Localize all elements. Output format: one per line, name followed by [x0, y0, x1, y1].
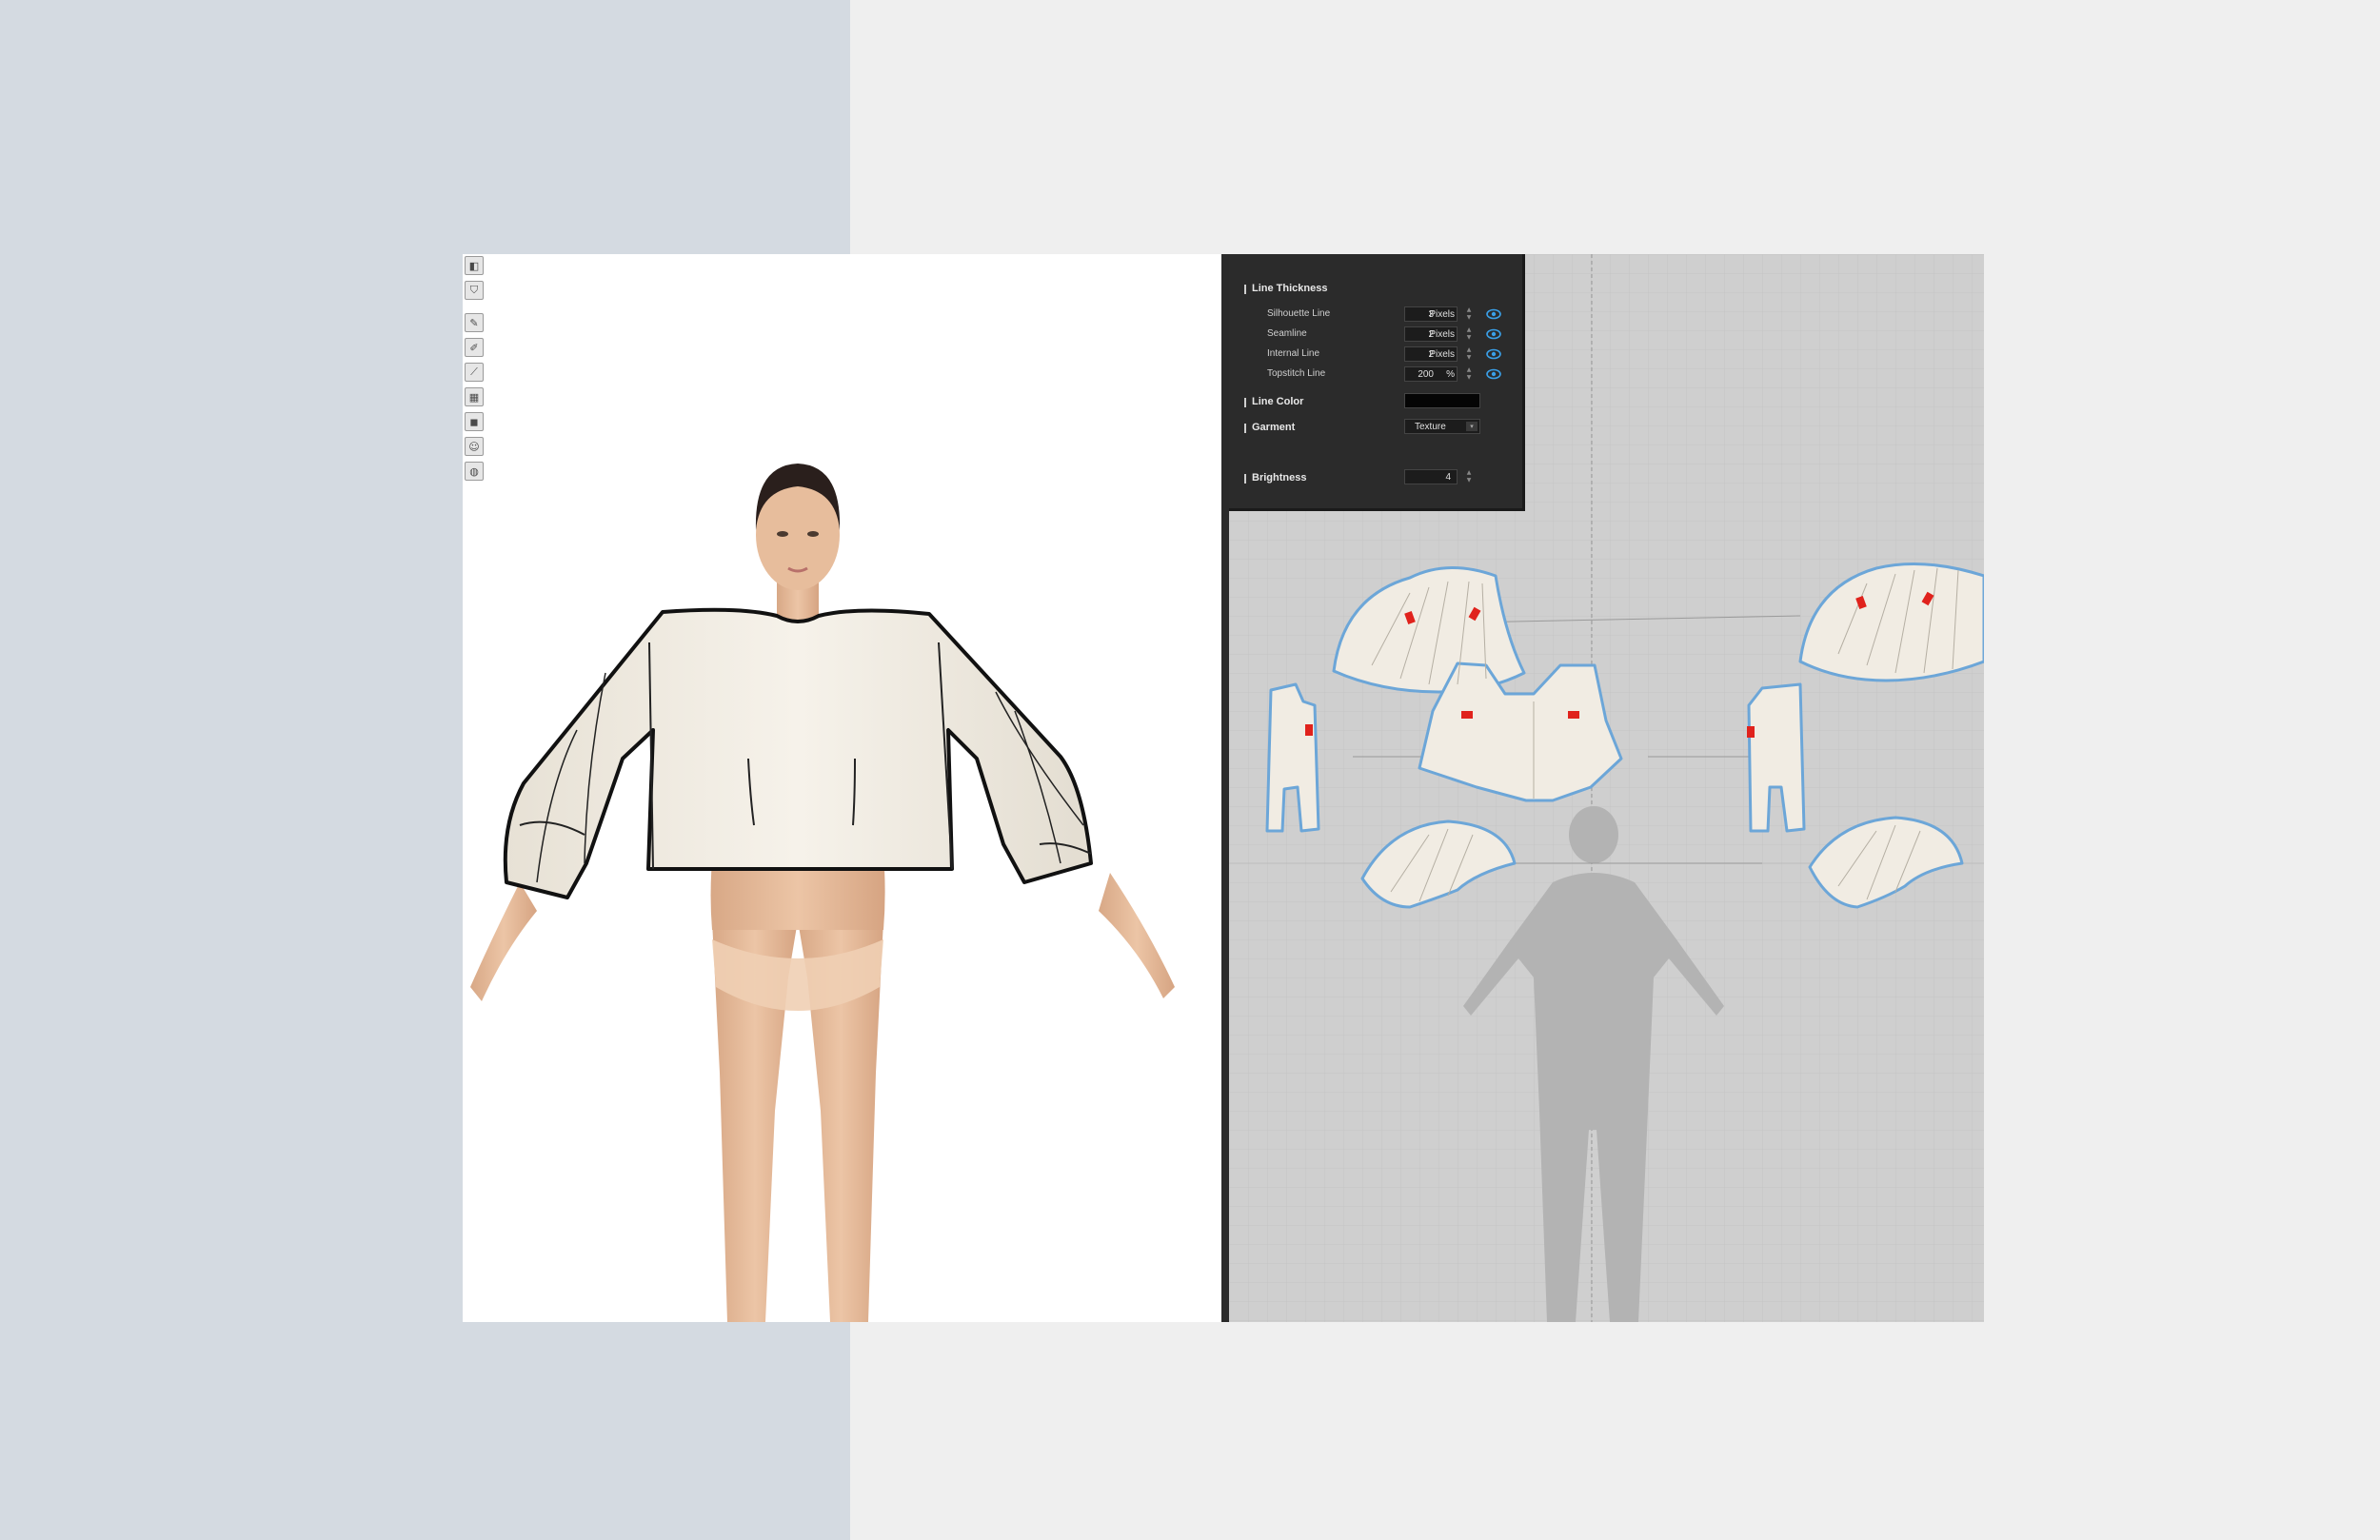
silhouette-line-stepper[interactable]: ▲ ▼ [1464, 306, 1474, 322]
seamline-label: Seamline [1267, 328, 1307, 339]
silhouette-line-label: Silhouette Line [1267, 308, 1331, 319]
garment-top [503, 607, 1093, 899]
seamline-eye-icon[interactable] [1486, 328, 1501, 340]
viewport-divider[interactable] [1221, 254, 1229, 1322]
avatar-right-hand [1099, 873, 1175, 998]
topstitch-line-input[interactable]: 200% [1404, 366, 1458, 382]
camera-icon[interactable]: ◧ [465, 256, 484, 275]
line-thickness-heading: Line Thickness [1243, 283, 1328, 294]
avatar-left-hand [470, 882, 537, 1001]
garment-select[interactable]: Texture ▾ [1404, 419, 1480, 434]
seamline-input[interactable]: 2 Pixels [1404, 326, 1458, 342]
internal-line-label: Internal Line [1267, 348, 1320, 359]
brightness-heading: Brightness [1243, 472, 1307, 484]
pen-icon[interactable]: ✐ [465, 338, 484, 357]
brightness-stepper[interactable]: ▲ ▼ [1464, 469, 1474, 484]
viewport-2d[interactable]: Line Thickness Silhouette Line 3 Pixels ▲… [1229, 254, 1984, 1322]
line-color-swatch[interactable] [1404, 393, 1480, 408]
internal-line-eye-icon[interactable] [1486, 348, 1501, 360]
render-settings-panel: Line Thickness Silhouette Line 3 Pixels ▲… [1229, 254, 1525, 511]
topstitch-line-eye-icon[interactable] [1486, 368, 1501, 380]
silhouette-line-input[interactable]: 3 Pixels [1404, 306, 1458, 322]
avatar-render [470, 464, 1175, 1322]
globe-icon[interactable]: ◍ [465, 462, 484, 481]
texture-icon[interactable]: ▦ [465, 387, 484, 406]
seamline-stepper[interactable]: ▲ ▼ [1464, 326, 1474, 342]
render-icon[interactable]: ◼ [465, 412, 484, 431]
brush-icon[interactable]: ✎ [465, 313, 484, 332]
garment-icon[interactable]: ⛉ [465, 281, 484, 300]
viewport-3d[interactable]: ◧ ⛉ ✎ ✐ ⟋ ▦ ◼ ☺ ◍ [463, 254, 1221, 1322]
line-color-heading: Line Color [1243, 396, 1304, 407]
silhouette-line-eye-icon[interactable] [1486, 308, 1501, 320]
brightness-input[interactable]: 4 [1404, 469, 1458, 484]
avatar-icon[interactable]: ☺ [465, 437, 484, 456]
viewport-3d-toolbar: ◧ ⛉ ✎ ✐ ⟋ ▦ ◼ ☺ ◍ [463, 254, 484, 486]
topstitch-line-stepper[interactable]: ▲ ▼ [1464, 366, 1474, 382]
internal-line-input[interactable]: 2 Pixels [1404, 346, 1458, 362]
chevron-down-icon: ▾ [1466, 422, 1478, 431]
ruler-icon[interactable]: ⟋ [465, 363, 484, 382]
garment-heading: Garment [1243, 422, 1296, 433]
internal-line-stepper[interactable]: ▲ ▼ [1464, 346, 1474, 362]
topstitch-line-label: Topstitch Line [1267, 368, 1326, 379]
